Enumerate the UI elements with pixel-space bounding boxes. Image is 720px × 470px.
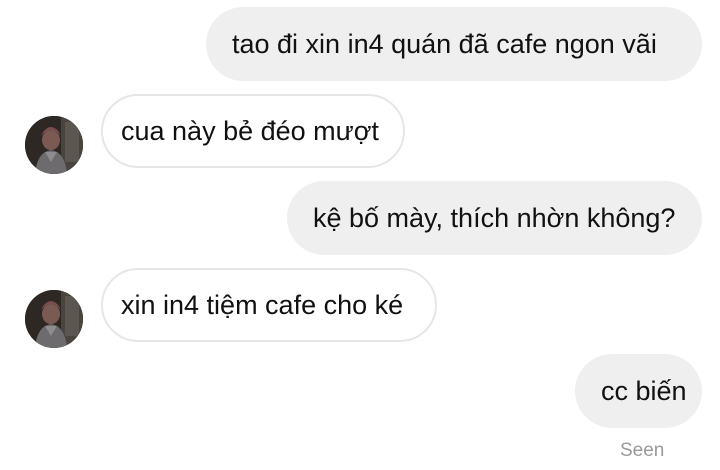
message-text: cc biến xyxy=(601,375,687,406)
message-bubble-incoming[interactable]: cua này bẻ đéo mượt xyxy=(101,94,405,168)
message-text: kệ bố mày, thích nhờn không? xyxy=(313,202,676,233)
contact-avatar[interactable] xyxy=(25,290,83,348)
chat-thread: tao đi xin in4 quán đã cafe ngon vãi cua… xyxy=(0,0,720,470)
seen-indicator: Seen xyxy=(620,440,665,461)
message-text: tao đi xin in4 quán đã cafe ngon vãi xyxy=(232,28,657,59)
message-bubble-outgoing[interactable]: kệ bố mày, thích nhờn không? xyxy=(287,181,702,255)
message-bubble-outgoing[interactable]: cc biến xyxy=(575,354,702,428)
avatar-photo-icon xyxy=(25,116,83,174)
message-text: xin in4 tiệm cafe cho ké xyxy=(121,289,404,320)
message-bubble-incoming[interactable]: xin in4 tiệm cafe cho ké xyxy=(101,268,437,342)
avatar-photo-icon xyxy=(25,290,83,348)
message-bubble-outgoing[interactable]: tao đi xin in4 quán đã cafe ngon vãi xyxy=(206,7,702,81)
contact-avatar[interactable] xyxy=(25,116,83,174)
message-text: cua này bẻ đéo mượt xyxy=(121,115,379,146)
